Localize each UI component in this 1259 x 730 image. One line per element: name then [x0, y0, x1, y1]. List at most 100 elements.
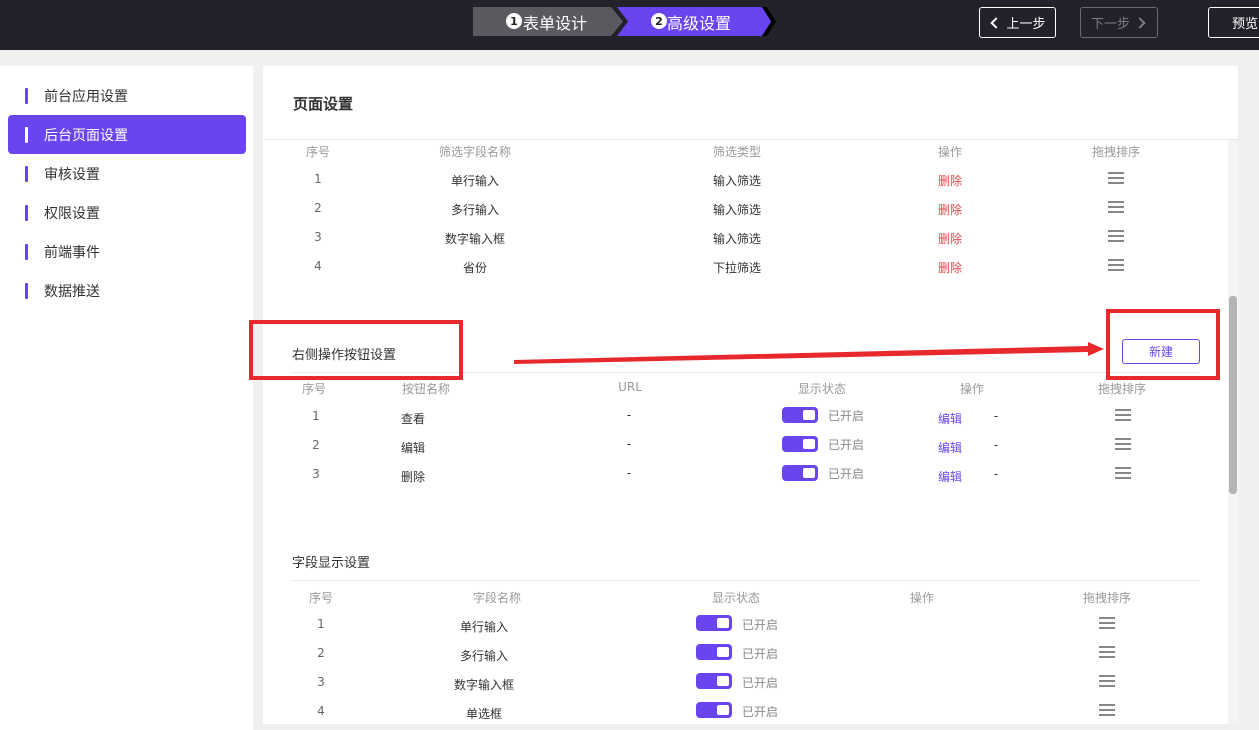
action-extra: - [993, 467, 999, 481]
field-name: 单行输入 [459, 620, 509, 634]
status-toggle[interactable] [696, 615, 732, 631]
drag-handle-icon[interactable] [1099, 617, 1115, 629]
drag-handle-icon[interactable] [1099, 675, 1115, 687]
status-label: 已开启 [742, 676, 779, 690]
status-toggle[interactable] [782, 436, 818, 452]
status-toggle[interactable] [696, 673, 732, 689]
row-number: 3 [312, 467, 320, 481]
column-header: URL [618, 380, 642, 394]
sidebar-item-frontend-events[interactable]: 前端事件 [8, 232, 246, 271]
status-toggle[interactable] [696, 644, 732, 660]
column-header: 操作 [959, 382, 985, 396]
step-number-1: 1 [506, 13, 522, 29]
column-header: 序号 [301, 382, 327, 396]
column-header: 字段名称 [472, 591, 522, 605]
row-number: 4 [314, 259, 322, 273]
next-step-button[interactable]: 下一步 [1080, 7, 1158, 38]
sidebar-item-data-push[interactable]: 数据推送 [8, 271, 246, 310]
status-toggle[interactable] [782, 465, 818, 481]
delete-link[interactable]: 删除 [938, 259, 962, 276]
sidebar-item-label: 数据推送 [44, 283, 100, 300]
button-name: 编辑 [400, 441, 426, 455]
sidebar-item-label: 前端事件 [44, 244, 100, 261]
step-form-design[interactable]: 1 表单设计 [473, 7, 623, 36]
action-extra: - [993, 409, 999, 423]
item-marker [25, 87, 28, 104]
drag-handle-icon[interactable] [1099, 704, 1115, 716]
annotation-highlight-box [1106, 309, 1220, 380]
button-url: - [626, 408, 632, 422]
column-header: 序号 [308, 591, 334, 605]
step-label: 表单设计 [523, 13, 588, 33]
sidebar: 前台应用设置 后台页面设置 审核设置 权限设置 前端事件 数据推送 [0, 66, 253, 730]
row-number: 4 [317, 704, 325, 718]
item-marker [25, 204, 28, 221]
field-name: 数字输入框 [453, 678, 515, 692]
sidebar-item-label: 后台页面设置 [44, 127, 128, 144]
page-title: 页面设置 [293, 95, 354, 113]
status-toggle[interactable] [696, 702, 732, 718]
column-header: 拖拽排序 [1091, 145, 1141, 159]
drag-handle-icon[interactable] [1115, 409, 1131, 421]
sidebar-item-review[interactable]: 审核设置 [8, 154, 246, 193]
filter-type: 输入筛选 [712, 174, 762, 188]
field-name: 单选框 [465, 707, 503, 721]
delete-link[interactable]: 删除 [938, 172, 962, 189]
status-label: 已开启 [828, 467, 865, 481]
drag-handle-icon[interactable] [1108, 259, 1124, 271]
drag-handle-icon[interactable] [1115, 438, 1131, 450]
filter-type: 下拉筛选 [712, 261, 762, 275]
row-number: 1 [314, 172, 322, 186]
preview-button[interactable]: 预览 [1208, 7, 1259, 38]
sidebar-item-label: 前台应用设置 [44, 88, 128, 105]
sidebar-item-permissions[interactable]: 权限设置 [8, 193, 246, 232]
column-header: 序号 [305, 145, 331, 159]
status-label: 已开启 [742, 705, 779, 719]
column-header: 拖拽排序 [1097, 382, 1147, 396]
chevron-left-icon [990, 16, 1003, 29]
prev-step-button[interactable]: 上一步 [979, 7, 1056, 38]
sidebar-item-label: 权限设置 [44, 205, 100, 222]
edit-link[interactable]: 编辑 [938, 439, 962, 456]
item-marker [25, 165, 28, 182]
sidebar-item-frontend-app[interactable]: 前台应用设置 [8, 76, 246, 115]
next-step-label: 下一步 [1090, 17, 1130, 32]
row-number: 2 [317, 646, 325, 660]
drag-handle-icon[interactable] [1108, 201, 1124, 213]
sidebar-item-backend-page[interactable]: 后台页面设置 [8, 115, 246, 154]
drag-handle-icon[interactable] [1108, 230, 1124, 242]
status-label: 已开启 [742, 618, 779, 632]
column-header: 显示状态 [711, 591, 761, 605]
column-header: 操作 [937, 145, 963, 159]
step-label: 高级设置 [667, 13, 732, 33]
item-marker [25, 126, 28, 143]
button-url: - [626, 466, 632, 480]
drag-handle-icon[interactable] [1115, 467, 1131, 479]
item-marker [25, 243, 28, 260]
field-name: 多行输入 [450, 203, 500, 217]
row-number: 2 [312, 438, 320, 452]
annotation-highlight-box [249, 320, 463, 380]
status-toggle[interactable] [782, 407, 818, 423]
column-header: 拖拽排序 [1082, 591, 1132, 605]
edit-link[interactable]: 编辑 [938, 410, 962, 427]
chevron-right-icon [1134, 16, 1146, 29]
drag-handle-icon[interactable] [1108, 172, 1124, 184]
delete-link[interactable]: 删除 [938, 201, 962, 218]
step-advanced-settings[interactable]: 2 高级设置 [617, 7, 774, 36]
status-label: 已开启 [828, 438, 865, 452]
field-name: 多行输入 [459, 649, 509, 663]
status-label: 已开启 [828, 409, 865, 423]
status-label: 已开启 [742, 647, 779, 661]
drag-handle-icon[interactable] [1099, 646, 1115, 658]
scrollbar-thumb[interactable] [1229, 296, 1237, 494]
column-header: 操作 [909, 591, 935, 605]
field-name: 单行输入 [450, 174, 500, 188]
item-marker [25, 282, 28, 299]
prev-step-label: 上一步 [1006, 17, 1046, 32]
edit-link[interactable]: 编辑 [938, 468, 962, 485]
section-title: 字段显示设置 [292, 556, 371, 571]
action-extra: - [993, 438, 999, 452]
field-name: 数字输入框 [444, 232, 506, 246]
delete-link[interactable]: 删除 [938, 230, 962, 247]
